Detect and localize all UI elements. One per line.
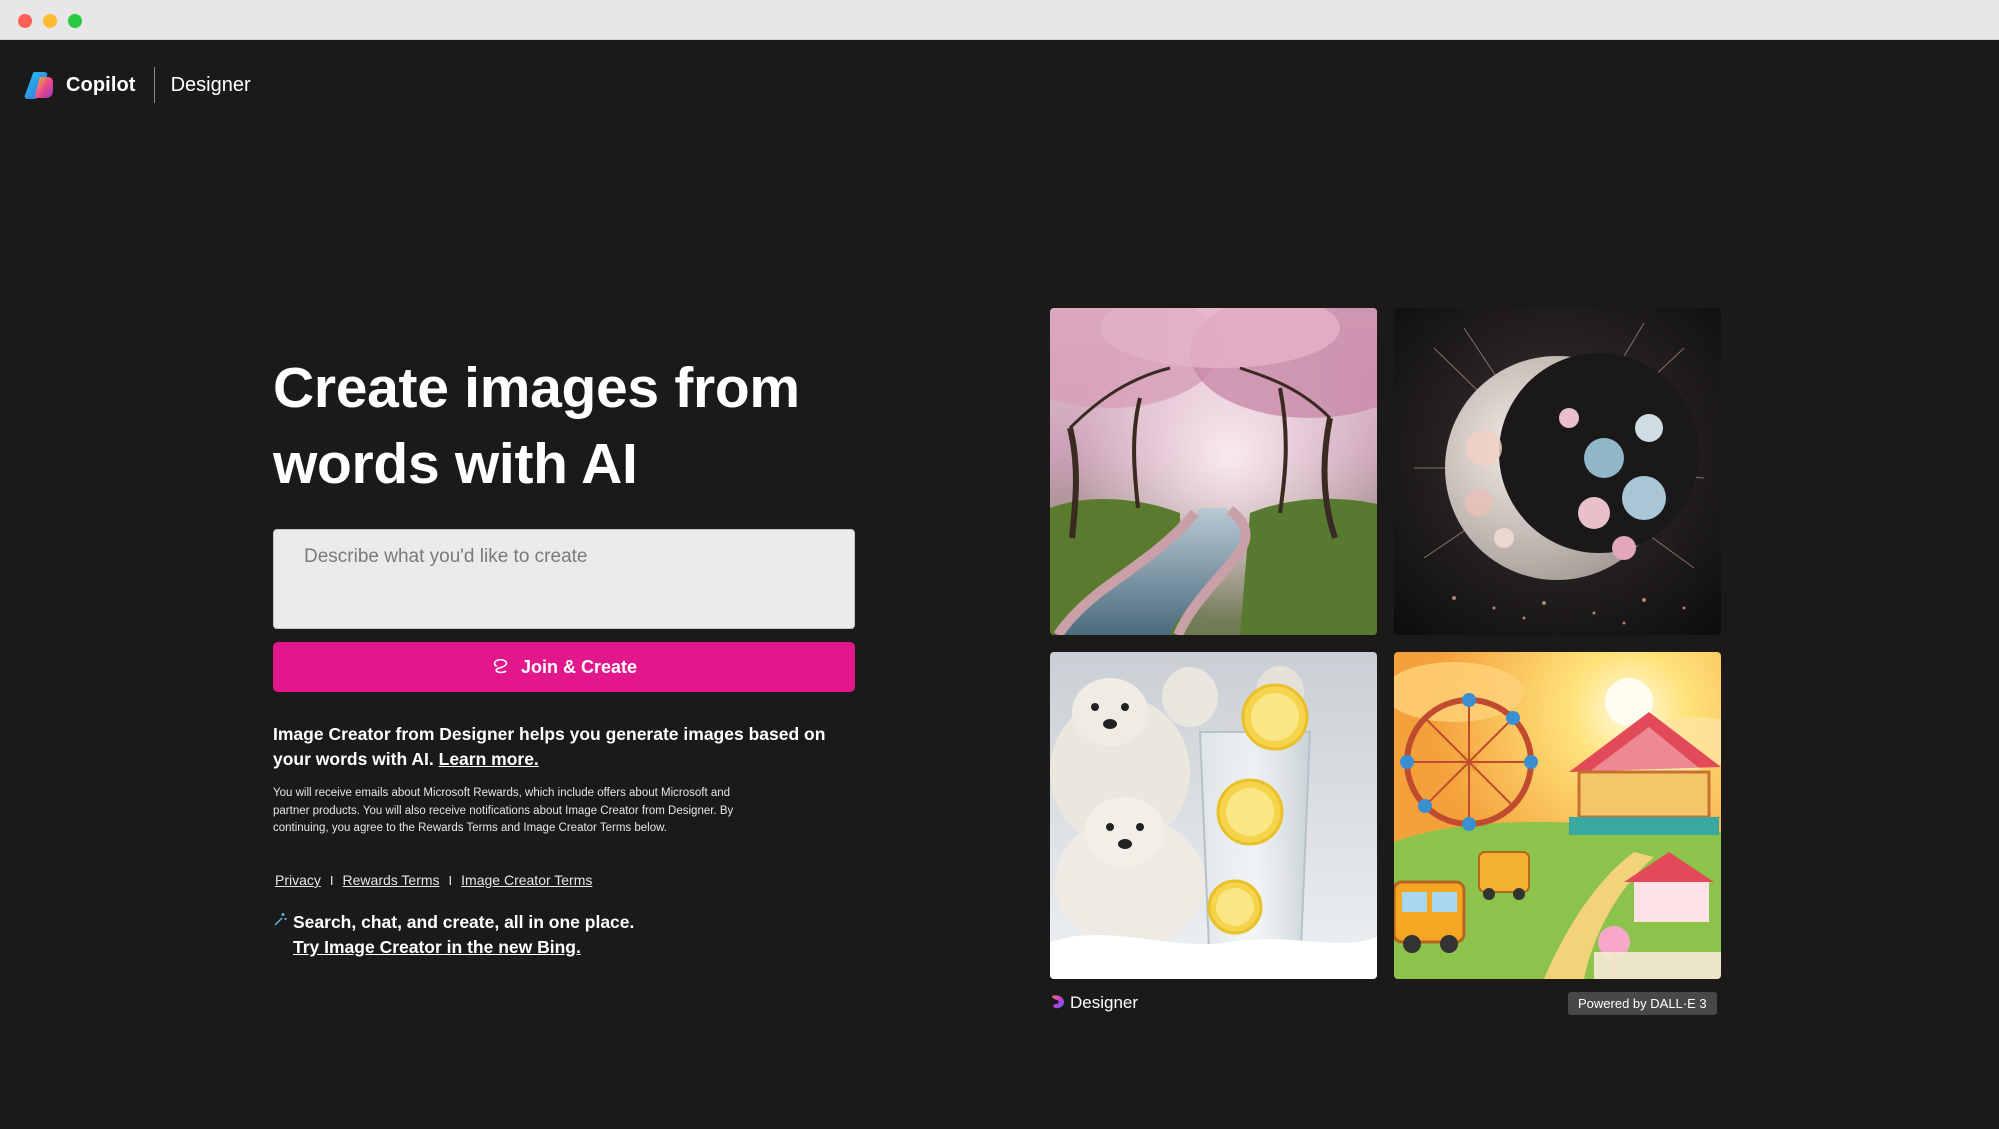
gallery-image-floral-moon[interactable] — [1394, 308, 1721, 635]
fine-print: You will receive emails about Microsoft … — [273, 787, 734, 834]
designer-product-name[interactable]: Designer — [171, 74, 251, 97]
image-creator-terms-link[interactable]: Image Creator Terms — [461, 872, 592, 888]
page-title: Create images from words with AI — [273, 350, 873, 502]
headline-line-2: words with AI — [273, 432, 638, 496]
bing-promo-text: Search, chat, and create, all in one pla… — [293, 910, 713, 960]
learn-more-link[interactable]: Learn more. — [439, 749, 539, 769]
prompt-input[interactable] — [273, 529, 855, 629]
powered-by-badge: Powered by DALL·E 3 — [1568, 992, 1717, 1015]
headline-line-1: Create images from — [273, 356, 800, 420]
browser-window: Copilot Designer Create images from word… — [0, 0, 1999, 1129]
legal-links: Privacy I Rewards Terms I Image Creator … — [275, 872, 592, 888]
link-separator: I — [448, 872, 453, 888]
gallery-image-polar-bears[interactable] — [1050, 652, 1377, 979]
join-and-create-button[interactable]: Join & Create — [273, 642, 855, 692]
copilot-logo-icon[interactable] — [24, 69, 56, 101]
join-and-create-label: Join & Create — [520, 656, 638, 677]
designer-logo-icon — [1052, 995, 1064, 1009]
link-separator: I — [329, 872, 334, 888]
close-window-button[interactable] — [18, 14, 32, 28]
minimize-window-button[interactable] — [43, 14, 57, 28]
rewards-terms-link[interactable]: Rewards Terms — [343, 872, 440, 888]
maximize-window-button[interactable] — [68, 14, 82, 28]
hero-section: Create images from words with AI — [273, 350, 873, 502]
gallery-image-cherry-blossom[interactable] — [1050, 308, 1377, 635]
description-body: Image Creator from Designer helps you ge… — [273, 724, 826, 769]
try-in-bing-link[interactable]: Try Image Creator in the new Bing. — [293, 937, 581, 957]
title-bar — [0, 0, 1999, 40]
sparkle-icon — [274, 913, 287, 926]
bing-promo-body: Search, chat, and create, all in one pla… — [293, 912, 635, 932]
copilot-brand[interactable]: Copilot — [66, 74, 136, 97]
designer-watermark-label: Designer — [1070, 993, 1139, 1012]
description-text: Image Creator from Designer helps you ge… — [273, 722, 858, 772]
privacy-link[interactable]: Privacy — [275, 872, 321, 888]
site-header: Copilot Designer — [24, 66, 251, 104]
designer-watermark: Designer — [1050, 993, 1138, 1013]
designer-brush-icon — [493, 658, 508, 674]
header-divider — [153, 67, 155, 103]
gallery-image-carnival[interactable] — [1394, 652, 1721, 979]
